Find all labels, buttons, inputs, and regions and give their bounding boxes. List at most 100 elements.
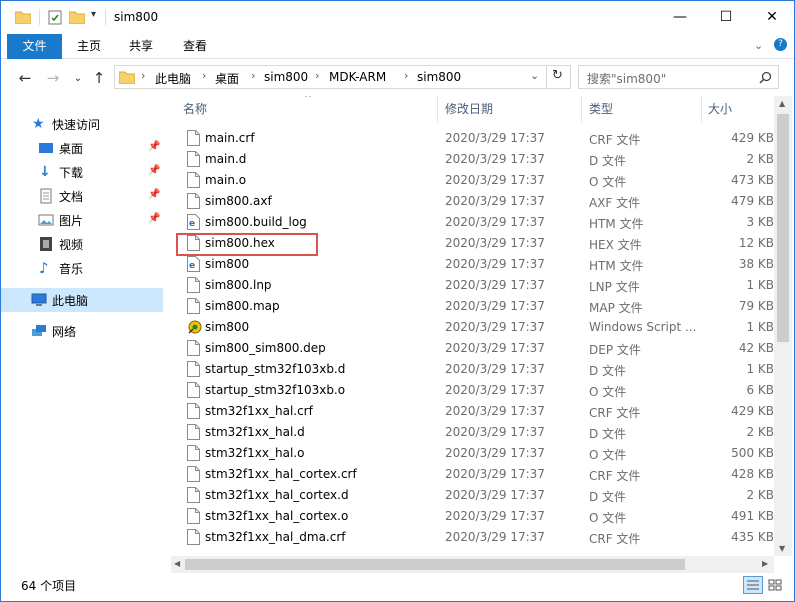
folder-icon bbox=[119, 71, 135, 84]
nav-label: 网络 bbox=[52, 325, 77, 339]
nav-downloads[interactable]: ↓ 下载 📌 bbox=[1, 160, 163, 184]
nav-documents[interactable]: 文档 📌 bbox=[1, 184, 163, 208]
file-date: 2020/3/29 17:37 bbox=[445, 446, 545, 460]
forward-button[interactable]: → bbox=[43, 68, 63, 88]
column-header-size[interactable]: 大小 bbox=[708, 96, 768, 122]
file-date: 2020/3/29 17:37 bbox=[445, 299, 545, 313]
file-row[interactable]: stm32f1xx_hal.d 2020/3/29 17:37 D 文件 2 KB bbox=[171, 422, 774, 443]
file-row[interactable]: stm32f1xx_hal_cortex.d 2020/3/29 17:37 D 文… bbox=[171, 485, 774, 506]
refresh-icon[interactable]: ↻ bbox=[552, 68, 563, 83]
html-icon: e bbox=[187, 214, 200, 230]
horizontal-scrollbar[interactable]: ◀ ▶ bbox=[171, 556, 774, 573]
file-row[interactable]: stm32f1xx_hal.o 2020/3/29 17:37 O 文件 500 KB bbox=[171, 443, 774, 464]
expand-ribbon-icon[interactable]: ⌄ bbox=[754, 39, 763, 52]
tab-share[interactable]: 共享 bbox=[117, 34, 165, 59]
download-icon: ↓ bbox=[39, 164, 51, 180]
minimize-button[interactable]: — bbox=[657, 1, 703, 33]
scroll-down-icon[interactable]: ▼ bbox=[779, 544, 785, 553]
recent-locations-icon[interactable]: ⌄ bbox=[68, 68, 88, 88]
tab-file[interactable]: 文件 bbox=[7, 34, 62, 59]
properties-icon[interactable] bbox=[48, 10, 62, 25]
file-date: 2020/3/29 17:37 bbox=[445, 215, 545, 229]
nav-this-pc[interactable]: 此电脑 bbox=[1, 288, 163, 312]
help-icon[interactable]: ? bbox=[774, 38, 787, 51]
nav-network[interactable]: 网络 bbox=[1, 319, 163, 343]
file-type: O 文件 bbox=[589, 175, 627, 189]
file-name: sim800_sim800.dep bbox=[205, 341, 326, 355]
up-button[interactable]: ↑ bbox=[89, 68, 109, 88]
file-row[interactable]: sim800.map 2020/3/29 17:37 MAP 文件 79 KB bbox=[171, 296, 774, 317]
breadcrumb-mdk-arm[interactable]: MDK-ARM bbox=[329, 70, 386, 84]
file-row[interactable]: startup_stm32f103xb.d 2020/3/29 17:37 D 文件… bbox=[171, 359, 774, 380]
nav-quick-access[interactable]: ★ 快速访问 bbox=[1, 112, 163, 136]
column-header-type[interactable]: 类型 bbox=[589, 96, 699, 122]
file-row[interactable]: stm32f1xx_hal.crf 2020/3/29 17:37 CRF 文件 42… bbox=[171, 401, 774, 422]
file-row[interactable]: main.crf 2020/3/29 17:37 CRF 文件 429 KB bbox=[171, 128, 774, 149]
scroll-up-icon[interactable]: ▲ bbox=[779, 99, 785, 108]
search-input[interactable]: 搜索"sim800" bbox=[578, 65, 779, 89]
scroll-right-icon[interactable]: ▶ bbox=[762, 559, 768, 568]
search-icon[interactable] bbox=[759, 71, 772, 84]
file-row[interactable]: main.o 2020/3/29 17:37 O 文件 473 KB bbox=[171, 170, 774, 191]
file-name: stm32f1xx_hal.o bbox=[205, 446, 305, 460]
file-name: stm32f1xx_hal.d bbox=[205, 425, 305, 439]
tab-view[interactable]: 查看 bbox=[171, 34, 219, 59]
nav-pictures[interactable]: 图片 📌 bbox=[1, 208, 163, 232]
quick-access-dropdown-icon[interactable]: ▾ bbox=[91, 9, 96, 20]
address-dropdown-icon[interactable]: ⌄ bbox=[530, 69, 539, 82]
nav-music[interactable]: ♪ 音乐 bbox=[1, 256, 163, 280]
file-name: main.d bbox=[205, 152, 247, 166]
file-name: stm32f1xx_hal_cortex.crf bbox=[205, 467, 357, 481]
tab-home[interactable]: 主页 bbox=[65, 34, 113, 59]
back-button[interactable]: ← bbox=[15, 68, 35, 88]
file-date: 2020/3/29 17:37 bbox=[445, 404, 545, 418]
close-button[interactable]: ✕ bbox=[749, 1, 794, 33]
file-row[interactable]: startup_stm32f103xb.o 2020/3/29 17:37 O 文件… bbox=[171, 380, 774, 401]
vertical-scroll-thumb[interactable] bbox=[777, 114, 789, 342]
breadcrumb-sim800[interactable]: sim800 bbox=[264, 70, 308, 84]
file-type: CRF 文件 bbox=[589, 532, 641, 546]
file-row[interactable]: sim800.lnp 2020/3/29 17:37 LNP 文件 1 KB bbox=[171, 275, 774, 296]
vertical-scrollbar[interactable]: ▲ ▼ bbox=[774, 96, 792, 556]
file-icon bbox=[187, 298, 200, 314]
file-type: CRF 文件 bbox=[589, 406, 641, 420]
file-row[interactable]: stm32f1xx_hal_cortex.o 2020/3/29 17:37 O 文… bbox=[171, 506, 774, 527]
file-type: D 文件 bbox=[589, 427, 627, 441]
large-icons-view-icon bbox=[768, 579, 782, 591]
pin-icon[interactable]: 📌 bbox=[148, 165, 160, 176]
new-folder-icon[interactable] bbox=[69, 10, 85, 24]
details-view-button[interactable] bbox=[743, 576, 763, 594]
pin-icon[interactable]: 📌 bbox=[148, 213, 160, 224]
file-row[interactable]: sim800_sim800.dep 2020/3/29 17:37 DEP 文件 42… bbox=[171, 338, 774, 359]
large-icons-view-button[interactable] bbox=[765, 576, 785, 594]
file-type: D 文件 bbox=[589, 364, 627, 378]
nav-label: 此电脑 bbox=[52, 294, 89, 308]
file-type: DEP 文件 bbox=[589, 343, 641, 357]
file-row[interactable]: e sim800.build_log 2020/3/29 17:37 HTM 文件 3 … bbox=[171, 212, 774, 233]
file-row[interactable]: sim800.axf 2020/3/29 17:37 AXF 文件 479 KB bbox=[171, 191, 774, 212]
file-size: 491 KB bbox=[731, 509, 774, 523]
horizontal-scroll-thumb[interactable] bbox=[185, 559, 685, 570]
script-icon bbox=[187, 319, 202, 335]
file-row[interactable]: e sim800 2020/3/29 17:37 HTM 文件 38 KB bbox=[171, 254, 774, 275]
pin-icon[interactable]: 📌 bbox=[148, 141, 160, 152]
address-row: ← → ⌄ ↑ › 此电脑 › 桌面 › sim800 › MDK-ARM › … bbox=[1, 59, 794, 96]
explorer-window: ▾ sim800 — ☐ ✕ 文件 主页 共享 查看 ⌄ ? ← → ⌄ ↑ ›… bbox=[0, 0, 795, 602]
breadcrumb-desktop[interactable]: 桌面 bbox=[215, 70, 239, 87]
breadcrumb-sim800-current[interactable]: sim800 bbox=[417, 70, 461, 84]
column-header-date[interactable]: 修改日期 bbox=[445, 96, 575, 122]
file-row[interactable]: sim800 2020/3/29 17:37 Windows Script ... 1… bbox=[171, 317, 774, 338]
file-row[interactable]: stm32f1xx_hal_dma.crf 2020/3/29 17:37 CRF … bbox=[171, 527, 774, 548]
column-header-name[interactable]: 名称 bbox=[183, 96, 433, 122]
pin-icon[interactable]: 📌 bbox=[148, 189, 160, 200]
file-type: CRF 文件 bbox=[589, 469, 641, 483]
address-bar[interactable]: › 此电脑 › 桌面 › sim800 › MDK-ARM › sim800 ⌄… bbox=[114, 65, 571, 89]
nav-videos[interactable]: 视频 bbox=[1, 232, 163, 256]
file-row[interactable]: stm32f1xx_hal_cortex.crf 2020/3/29 17:37 C… bbox=[171, 464, 774, 485]
scroll-left-icon[interactable]: ◀ bbox=[174, 559, 180, 568]
folder-icon[interactable] bbox=[15, 10, 31, 24]
file-row[interactable]: main.d 2020/3/29 17:37 D 文件 2 KB bbox=[171, 149, 774, 170]
maximize-button[interactable]: ☐ bbox=[703, 1, 749, 33]
breadcrumb-this-pc[interactable]: 此电脑 bbox=[155, 70, 191, 87]
nav-desktop[interactable]: 桌面 📌 bbox=[1, 136, 163, 160]
